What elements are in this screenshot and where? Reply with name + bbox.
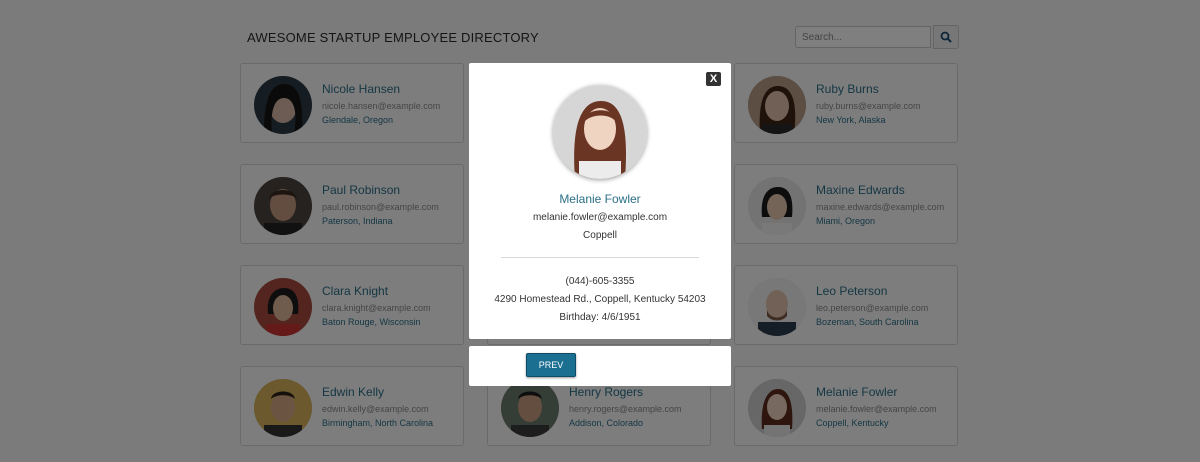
close-button[interactable]: X — [706, 72, 721, 86]
modal-employee-birthday: Birthday: 4/6/1951 — [559, 312, 641, 323]
modal-avatar — [553, 85, 647, 179]
employee-detail-modal: X Melanie Fowler melanie.fowler@example.… — [469, 63, 731, 339]
prev-button[interactable]: PREV — [526, 353, 576, 377]
modal-employee-phone: (044)-605-3355 — [565, 276, 635, 287]
modal-employee-address: 4290 Homestead Rd., Coppell, Kentucky 54… — [494, 294, 706, 305]
modal-nav-footer: PREV — [469, 346, 731, 386]
modal-employee-name: Melanie Fowler — [559, 192, 641, 206]
employee-directory-page: AWESOME STARTUP EMPLOYEE DIRECTORY Nicol… — [0, 0, 1200, 462]
modal-employee-email: melanie.fowler@example.com — [532, 212, 668, 223]
modal-employee-city: Coppell — [583, 230, 617, 241]
modal-divider — [501, 257, 699, 258]
